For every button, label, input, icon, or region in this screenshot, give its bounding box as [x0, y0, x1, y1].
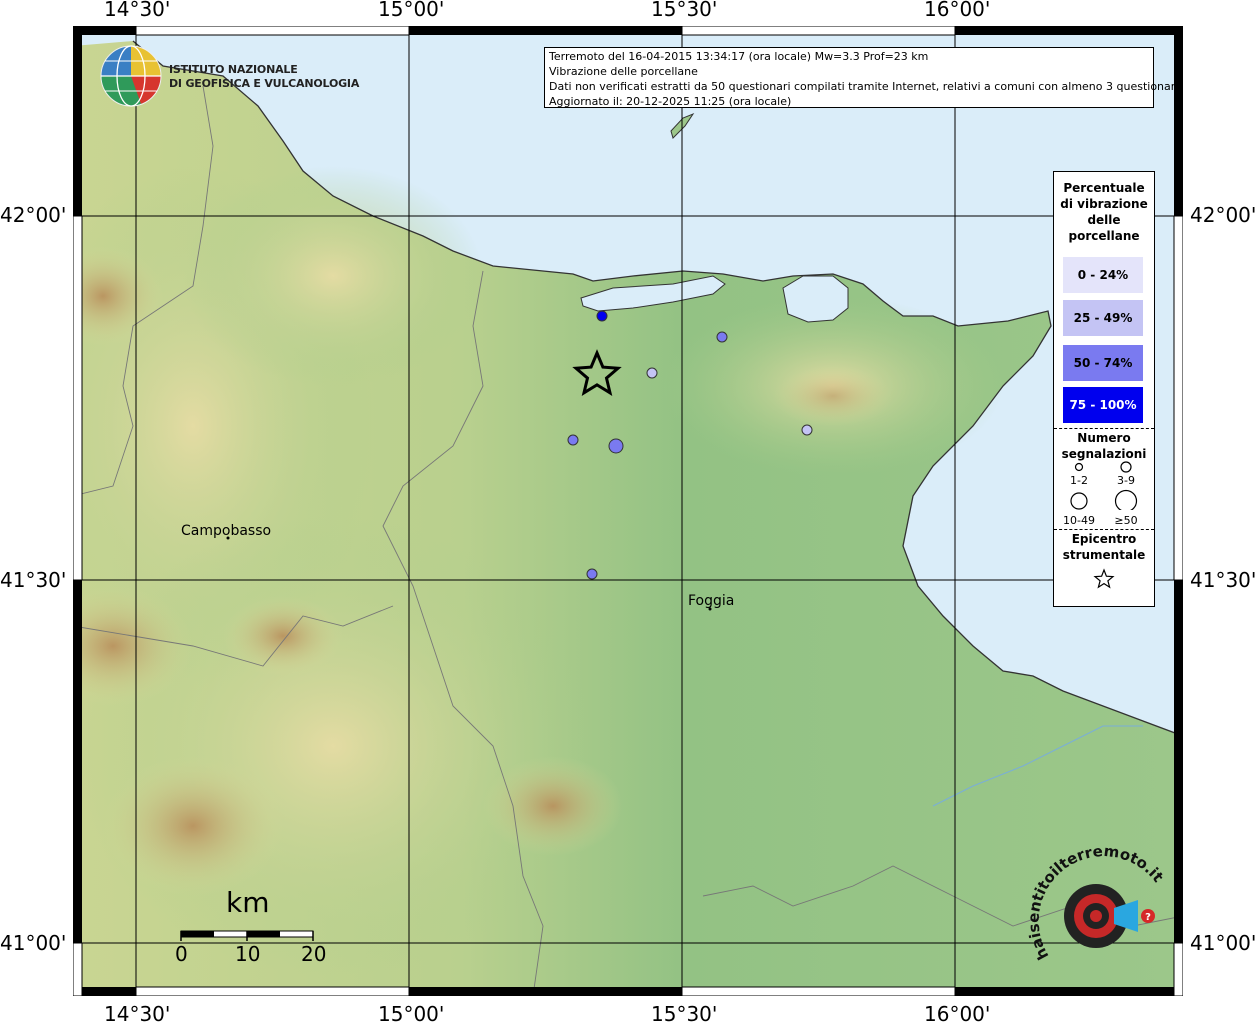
ingv-logo-icon: [100, 45, 162, 107]
legend-size-10-49: 10-49: [1063, 514, 1095, 527]
legend-title-line: delle: [1087, 213, 1121, 227]
legend-title-line: di vibrazione: [1060, 197, 1148, 211]
legend-epicenter-title-line: Epicentro: [1071, 532, 1137, 546]
lon-label-top-1430: 14°30': [104, 0, 171, 21]
observation-point[interactable]: [646, 367, 658, 379]
lon-label-top-1600: 16°00': [924, 0, 991, 21]
observation-point[interactable]: [716, 331, 728, 343]
observation-point[interactable]: [596, 310, 608, 322]
legend-divider: [1054, 529, 1154, 530]
relief-hills-north: [183, 166, 483, 386]
legend-star-icon: [1093, 568, 1115, 589]
event-info-line1: Terremoto del 16-04-2015 13:34:17 (ora l…: [549, 50, 929, 63]
legend-title-line: Percentuale: [1063, 181, 1145, 195]
legend-count-title: Numero segnalazioni: [1054, 430, 1154, 462]
relief-mountains-2: [103, 756, 283, 896]
lat-label-left-4100: 41°00': [0, 931, 67, 955]
lat-label-right-4200: 42°00': [1190, 203, 1256, 227]
svg-text:?: ?: [1145, 912, 1151, 923]
legend-size-3-9: 3-9: [1117, 474, 1135, 487]
event-info-box: Terremoto del 16-04-2015 13:34:17 (ora l…: [544, 47, 1182, 108]
lon-label-bottom-1600: 16°00': [924, 1002, 991, 1026]
legend-size-1-2: 1-2: [1070, 474, 1088, 487]
legend-epicenter-title: Epicentro strumentale: [1054, 531, 1154, 563]
scale-tick-10: 10: [235, 942, 261, 966]
map-frame[interactable]: ? haisentitoilterremoto.it Campobasso Fo…: [73, 26, 1183, 996]
lake-varano: [782, 275, 849, 323]
relief-mountains-5: [223, 596, 343, 676]
map-canvas[interactable]: ? haisentitoilterremoto.it: [73, 26, 1183, 996]
legend: Percentuale di vibrazione delle porcella…: [1053, 171, 1155, 607]
lon-label-top-1500: 15°00': [378, 0, 445, 21]
lon-label-top-1530: 15°30': [651, 0, 718, 21]
observation-point[interactable]: [608, 438, 624, 454]
lat-label-right-4100: 41°00': [1190, 931, 1256, 955]
scale-title: km: [226, 886, 270, 919]
city-label-foggia: Foggia: [688, 593, 735, 609]
relief-mountains-4: [483, 756, 623, 856]
legend-divider: [1054, 428, 1154, 429]
city-label-campobasso: Campobasso: [181, 523, 272, 539]
legend-class-50-74: 50 - 74%: [1063, 345, 1143, 381]
ingv-logo-line2: DI GEOFISICA E VULCANOLOGIA: [169, 77, 360, 90]
legend-epicenter-title-line: strumentale: [1062, 548, 1146, 562]
legend-class-25-49: 25 - 49%: [1063, 300, 1143, 336]
observation-point[interactable]: [801, 424, 813, 436]
legend-title-line: porcellane: [1068, 229, 1140, 243]
legend-count-title-line: Numero: [1077, 431, 1131, 445]
scale-tick-20: 20: [301, 942, 327, 966]
legend-class-75-100: 75 - 100%: [1063, 387, 1143, 423]
scale-tick-0: 0: [175, 942, 188, 966]
legend-class-0-24: 0 - 24%: [1063, 257, 1143, 293]
event-info-line2: Vibrazione delle porcellane: [549, 65, 698, 78]
legend-title: Percentuale di vibrazione delle porcella…: [1054, 180, 1154, 244]
ingv-logo-text: ISTITUTO NAZIONALE DI GEOFISICA E VULCAN…: [169, 63, 359, 91]
observation-point[interactable]: [586, 568, 598, 580]
event-info-line4: Aggiornato il: 20-12-2025 11:25 (ora loc…: [549, 95, 792, 108]
relief-hills-southwest: [73, 516, 593, 976]
lat-label-right-4130: 41°30': [1190, 568, 1256, 592]
lat-label-left-4200: 42°00': [0, 203, 67, 227]
event-info-line3: Dati non verificati estratti da 50 quest…: [549, 80, 1182, 93]
lon-label-bottom-1430: 14°30': [104, 1002, 171, 1026]
lon-label-bottom-1500: 15°00': [378, 1002, 445, 1026]
legend-size-50-plus: ≥50: [1114, 514, 1138, 527]
relief-mountains-6: [773, 366, 893, 426]
ingv-logo-line1: ISTITUTO NAZIONALE: [169, 63, 298, 76]
observation-point[interactable]: [567, 434, 579, 446]
lon-label-bottom-1530: 15°30': [651, 1002, 718, 1026]
lat-label-left-4130: 41°30': [0, 568, 67, 592]
